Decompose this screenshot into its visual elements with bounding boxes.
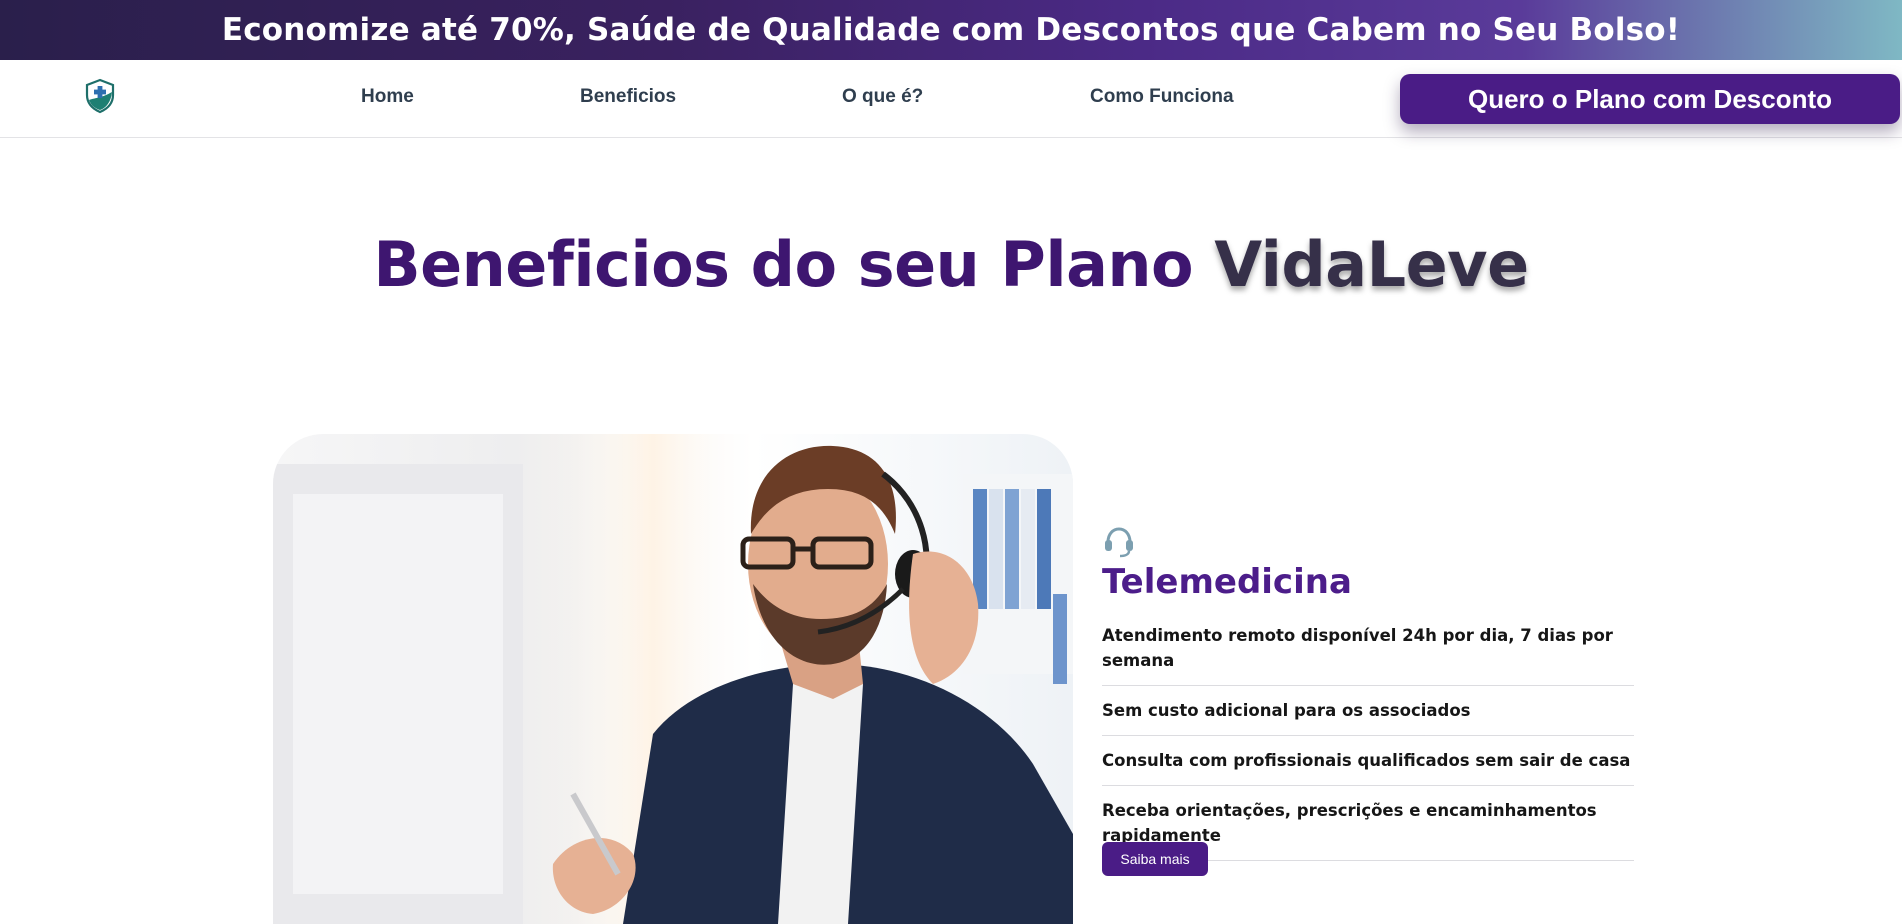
- promo-text: Economize até 70%, Saúde de Qualidade co…: [221, 12, 1681, 48]
- title-part-1: Beneficios do seu Plano: [373, 228, 1194, 301]
- section-title: Beneficios do seu Plano VidaLeve: [0, 228, 1902, 301]
- navbar: Home Beneficios O que é? Como Funciona Q…: [0, 60, 1902, 138]
- cta-plan-button[interactable]: Quero o Plano com Desconto: [1400, 74, 1900, 124]
- medical-shield-icon[interactable]: [82, 78, 118, 114]
- telemedicine-photo: [273, 434, 1073, 924]
- saiba-mais-button[interactable]: Saiba mais: [1102, 842, 1208, 876]
- title-part-2: VidaLeve: [1214, 228, 1529, 301]
- feature-list: Atendimento remoto disponível 24h por di…: [1102, 620, 1634, 870]
- feature-item: Consulta com profissionais qualificados …: [1102, 745, 1634, 786]
- feature-title: Telemedicina: [1102, 562, 1352, 602]
- nav-link-o-que-e[interactable]: O que é?: [842, 86, 923, 108]
- nav-link-home[interactable]: Home: [361, 86, 414, 108]
- feature-item: Sem custo adicional para os associados: [1102, 695, 1634, 736]
- nav-link-beneficios[interactable]: Beneficios: [580, 86, 676, 108]
- nav-link-como-funciona[interactable]: Como Funciona: [1090, 86, 1234, 108]
- promo-banner: Economize até 70%, Saúde de Qualidade co…: [0, 0, 1902, 60]
- headset-icon: [1102, 524, 1136, 558]
- feature-item: Atendimento remoto disponível 24h por di…: [1102, 620, 1634, 686]
